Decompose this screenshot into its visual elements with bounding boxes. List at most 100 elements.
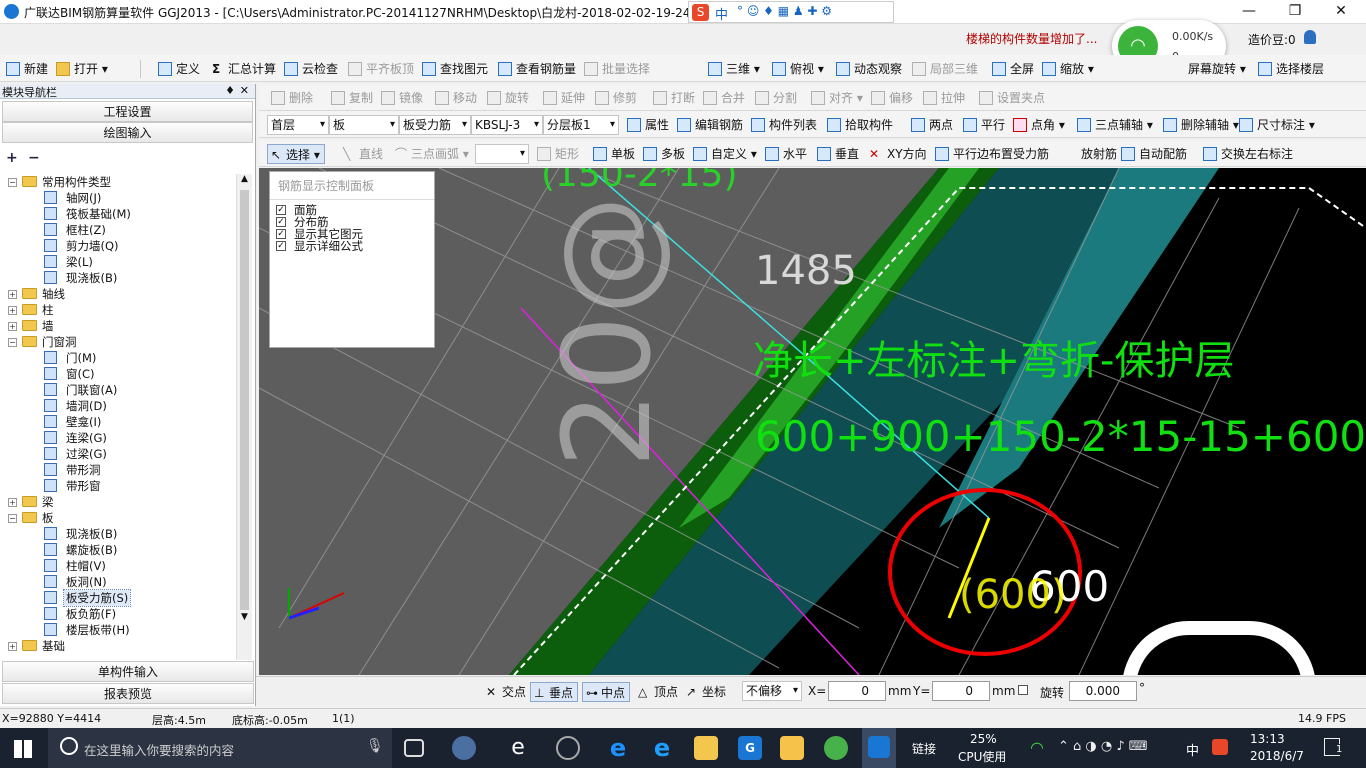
ime-mode-label[interactable]: 中 [715, 4, 728, 23]
rotate-button[interactable]: 旋转 [487, 88, 529, 108]
multi-slab-button[interactable]: 多板 [643, 144, 685, 164]
trim-button[interactable]: 修剪 [595, 88, 637, 108]
expand-icon[interactable]: + [8, 306, 17, 315]
project-settings-button[interactable]: 工程设置 [2, 101, 253, 122]
user-icon[interactable] [1304, 30, 1316, 44]
checkbox-icon[interactable]: ✓ [276, 241, 286, 251]
rotate-checkbox[interactable] [1018, 685, 1028, 695]
open-button[interactable]: 打开 ▾ [56, 59, 108, 79]
maximize-button[interactable]: ❐ [1272, 0, 1318, 24]
delete-axis-button[interactable]: 删除辅轴 ▾ [1163, 115, 1239, 135]
ie-browser-icon[interactable]: e [650, 736, 674, 760]
local-3d-button[interactable]: 局部三维 [912, 59, 978, 79]
rotate-input[interactable]: 0.000 [1069, 681, 1137, 701]
single-slab-button[interactable]: 单板 [593, 144, 635, 164]
auto-rebar-button[interactable]: 自动配筋 [1121, 144, 1187, 164]
component-name-select[interactable]: KBSLJ-3 [471, 115, 543, 135]
expand-icon[interactable]: + [8, 642, 17, 651]
cloud-check-button[interactable]: 云检查 [284, 59, 338, 79]
scroll-thumb[interactable] [240, 190, 249, 610]
batch-select-button[interactable]: 批量选择 [584, 59, 650, 79]
windows-start-icon[interactable] [14, 740, 32, 758]
ime-tools-icon[interactable]: ° ☺ ♦ ▦ ♟ ✚ ⚙ [737, 4, 832, 18]
green-app-icon[interactable] [824, 736, 848, 760]
report-preview-button[interactable]: 报表预览 [2, 683, 254, 704]
collapse-icon[interactable]: − [8, 338, 17, 347]
minimize-button[interactable]: — [1226, 0, 1272, 24]
single-component-button[interactable]: 单构件输入 [2, 661, 254, 682]
notification-text[interactable]: 楼梯的构件数量增加了... [966, 30, 1097, 47]
checkbox-icon[interactable]: ✓ [276, 205, 286, 215]
draw-input-button[interactable]: 绘图输入 [2, 122, 253, 143]
tray-icons[interactable]: ⌃ ⌂ ◑ ◔ ♪ ⌨ [1058, 739, 1148, 754]
zoom-button[interactable]: 缩放 ▾ [1042, 59, 1094, 79]
y-input[interactable]: 0 [932, 681, 990, 701]
notes-app-icon[interactable] [780, 736, 804, 760]
price-beans[interactable]: 造价豆:0 [1248, 31, 1296, 48]
stretch-button[interactable]: 拉伸 [923, 88, 965, 108]
edit-rebar-button[interactable]: 编辑钢筋 [677, 115, 743, 135]
delete-button[interactable]: 删除 [271, 88, 313, 108]
expand-icon[interactable]: + [8, 290, 17, 299]
horizontal-button[interactable]: 水平 [765, 144, 807, 164]
pinwheel-app-icon[interactable] [452, 736, 476, 760]
parallel-axis-button[interactable]: 平行 [963, 115, 1005, 135]
edge-browser-icon[interactable]: e [606, 736, 630, 760]
expand-all-icon[interactable]: + [6, 150, 18, 166]
close-button[interactable]: ✕ [1318, 0, 1364, 24]
component-list-button[interactable]: 构件列表 [751, 115, 817, 135]
arc-tool-button[interactable]: ⌒ 三点画弧 ▾ [393, 144, 469, 164]
three-point-axis-button[interactable]: 三点辅轴 ▾ [1077, 115, 1153, 135]
spiral-app-icon[interactable] [556, 736, 580, 760]
collapse-icon[interactable]: − [8, 178, 17, 187]
rotate-screen-button[interactable]: 屏幕旋转 ▾ [1170, 59, 1246, 79]
dimension-button[interactable]: 尺寸标注 ▾ [1239, 115, 1315, 135]
flatten-button[interactable]: 平齐板顶 [348, 59, 414, 79]
checkbox-icon[interactable]: ✓ [276, 229, 286, 239]
clock-date[interactable]: 2018/6/7 [1250, 749, 1304, 763]
task-view-icon[interactable] [404, 739, 424, 757]
snap-midpoint-button[interactable]: ⊶ 中点 [582, 682, 631, 702]
active-app-icon[interactable] [862, 728, 896, 768]
swap-label-button[interactable]: 交换左右标注 [1203, 144, 1293, 164]
arc-mode-select[interactable] [475, 144, 529, 164]
xy-direction-button[interactable]: ✕ XY方向 [869, 144, 927, 164]
view-rebar-button[interactable]: 查看钢筋量 [498, 59, 576, 79]
vertical-button[interactable]: 垂直 [817, 144, 859, 164]
break-button[interactable]: 打断 [653, 88, 695, 108]
align-button[interactable]: 对齐 ▾ [811, 88, 863, 108]
layer-select[interactable]: 分层板1 [543, 115, 619, 135]
snap-perpendicular-button[interactable]: ⊥ 垂点 [530, 682, 579, 702]
scroll-up-arrow[interactable]: ▲ [237, 174, 252, 188]
select-tool-button[interactable]: ↖ 选择 ▾ [267, 144, 325, 164]
ime-tray-label[interactable]: 中 [1186, 740, 1199, 759]
subtype-select[interactable]: 板受力筋 [399, 115, 471, 135]
checkbox-show-formula[interactable]: ✓ 显示详细公式 [276, 240, 434, 252]
expand-icon[interactable]: + [8, 322, 17, 331]
expand-icon[interactable]: + [8, 498, 17, 507]
glodon-g-icon[interactable]: G [738, 736, 762, 760]
wifi-tray-icon[interactable]: ◠ [1030, 738, 1044, 757]
parallel-edge-button[interactable]: 平行边布置受力筋 [935, 144, 1049, 164]
fullscreen-button[interactable]: 全屏 [992, 59, 1034, 79]
x-input[interactable]: 0 [828, 681, 886, 701]
select-floor-button[interactable]: 选择楼层 [1258, 59, 1324, 79]
close-panel-icon[interactable]: ✕ [240, 84, 249, 97]
find-button[interactable]: 查找图元 [422, 59, 488, 79]
grip-button[interactable]: 设置夹点 [979, 88, 1045, 108]
mirror-button[interactable]: 镜像 [381, 88, 423, 108]
split-button[interactable]: 分割 [755, 88, 797, 108]
taskbar-link-label[interactable]: 链接 [912, 740, 936, 757]
two-point-axis-button[interactable]: 两点 [911, 115, 953, 135]
file-explorer-icon[interactable] [694, 736, 718, 760]
extend-button[interactable]: 延伸 [543, 88, 585, 108]
clock-time[interactable]: 13:13 [1250, 732, 1285, 746]
sogou-tray-icon[interactable] [1212, 739, 1228, 755]
ime-toolbar[interactable]: S 中 ° ☺ ♦ ▦ ♟ ✚ ⚙ [688, 1, 894, 23]
pick-component-button[interactable]: 拾取构件 [827, 115, 893, 135]
taskbar-search-box[interactable]: 在这里输入你要搜索的内容 🎙 [48, 728, 392, 768]
copy-button[interactable]: 复制 [331, 88, 373, 108]
scroll-down-arrow[interactable]: ▼ [237, 612, 252, 626]
calc-button[interactable]: Σ 汇总计算 [210, 59, 276, 79]
properties-button[interactable]: 属性 [627, 115, 669, 135]
